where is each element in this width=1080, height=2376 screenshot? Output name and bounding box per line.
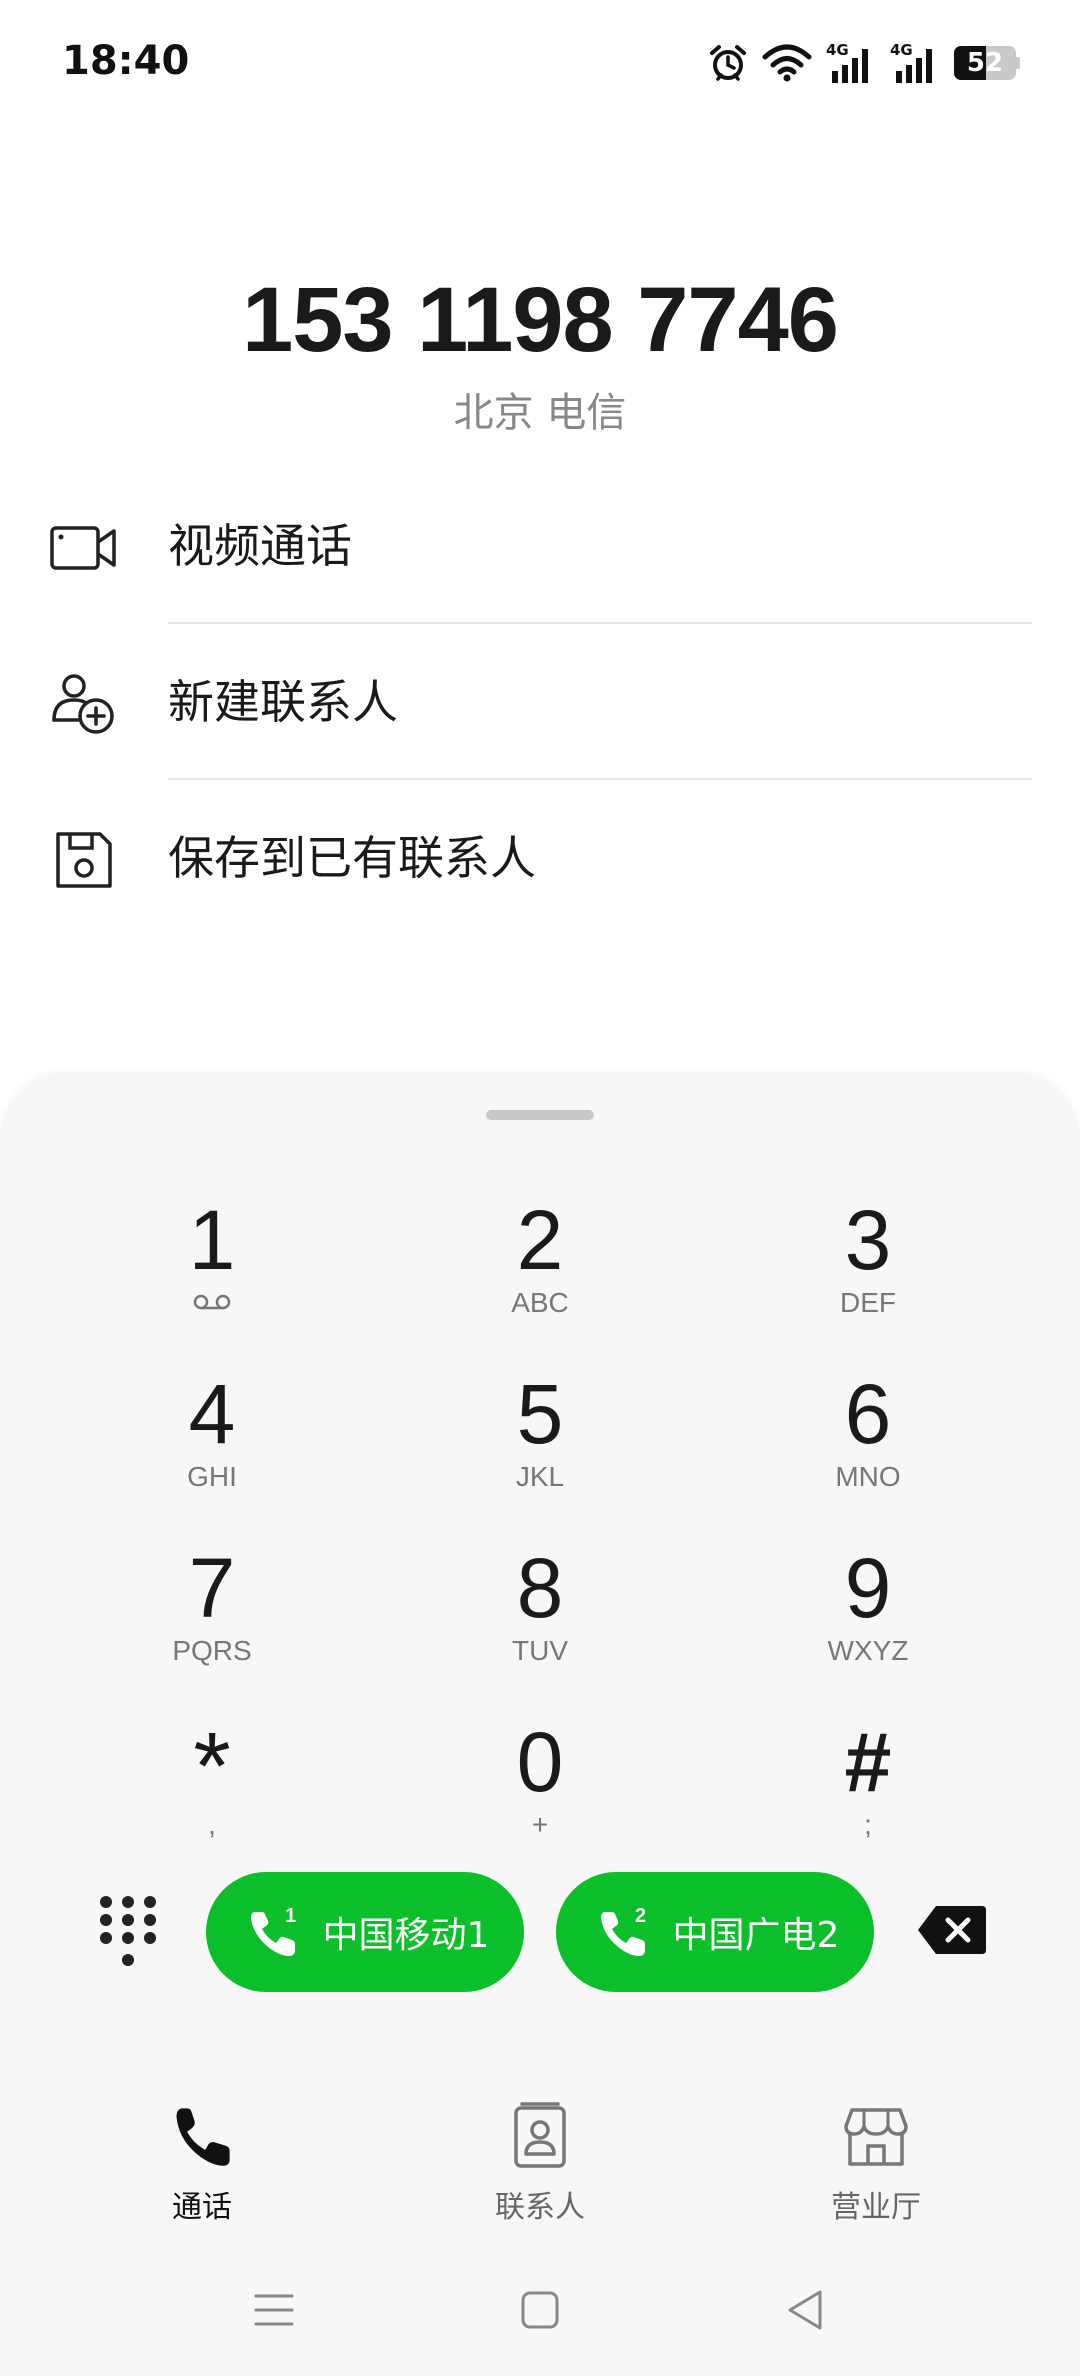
- key-letters: MNO: [835, 1461, 901, 1492]
- key-hash[interactable]: # ;: [738, 1712, 998, 1862]
- battery-level: 52: [966, 48, 1004, 78]
- wifi-icon: [762, 43, 812, 83]
- key-digit: #: [844, 1715, 892, 1809]
- key-4[interactable]: 4 GHI: [82, 1364, 342, 1514]
- nav-tab-store[interactable]: 营业厅: [766, 2090, 986, 2230]
- phone-icon: [168, 2102, 236, 2170]
- alarm-icon: [708, 43, 748, 83]
- dialed-number: 153 1198 7746: [242, 269, 839, 371]
- video-call-action[interactable]: 视频通话: [0, 468, 1080, 624]
- sim2-badge: 2: [635, 1905, 646, 1927]
- key-digit: 0: [516, 1715, 564, 1809]
- phone-sim1-icon: 1: [241, 1900, 305, 1964]
- sim1-badge: 1: [285, 1905, 296, 1927]
- battery-icon: 52: [954, 46, 1020, 80]
- key-3[interactable]: 3 DEF: [738, 1190, 998, 1340]
- system-nav-bar: [0, 2276, 1080, 2356]
- save-to-existing-contact-action[interactable]: 保存到已有联系人: [0, 780, 1080, 936]
- key-6[interactable]: 6 MNO: [738, 1364, 998, 1514]
- status-time: 18:40: [62, 38, 190, 84]
- backspace-icon[interactable]: [916, 1902, 988, 1958]
- key-9[interactable]: 9 WXYZ: [738, 1538, 998, 1688]
- key-digit: 3: [844, 1193, 892, 1287]
- call-sim2-button[interactable]: 2 中国广电2: [556, 1872, 874, 1992]
- key-letters: ,: [208, 1809, 216, 1840]
- key-letters: +: [531, 1809, 549, 1840]
- key-2[interactable]: 2 ABC: [410, 1190, 670, 1340]
- key-7[interactable]: 7 PQRS: [82, 1538, 342, 1688]
- signal-4g-sim2-icon: 4G: [890, 41, 940, 85]
- key-letters: DEF: [840, 1287, 896, 1318]
- back-icon[interactable]: [782, 2286, 830, 2334]
- nav-label-store: 营业厅: [831, 2190, 921, 2225]
- number-location: 北京 电信: [453, 390, 627, 436]
- dialpad-toggle-icon[interactable]: [92, 1892, 164, 1972]
- nav-label-calls: 通话: [172, 2190, 232, 2225]
- save-to-existing-contact-label: 保存到已有联系人: [168, 831, 536, 885]
- nav-tab-contacts[interactable]: 联系人: [430, 2090, 650, 2230]
- key-letters: WXYZ: [827, 1635, 909, 1666]
- sim1-label: 中国移动1: [322, 1915, 490, 1956]
- key-digit: 6: [844, 1367, 892, 1461]
- key-digit: 5: [516, 1367, 564, 1461]
- key-letters: PQRS: [172, 1635, 252, 1666]
- key-0[interactable]: 0 +: [410, 1712, 670, 1862]
- status-bar: 18:40 4G 4G 52: [0, 0, 1080, 128]
- key-letters: JKL: [515, 1461, 565, 1492]
- voicemail-icon: [82, 1286, 342, 1320]
- key-5[interactable]: 5 JKL: [410, 1364, 670, 1514]
- key-digit: *: [193, 1713, 231, 1820]
- call-row: 1 中国移动1 2 中国广电2: [0, 1872, 1080, 1992]
- key-letters: ABC: [511, 1287, 569, 1318]
- contacts-icon: [506, 2102, 574, 2170]
- key-digit: 2: [516, 1193, 564, 1287]
- save-icon: [48, 824, 120, 896]
- key-digit: 7: [188, 1541, 236, 1635]
- drag-handle[interactable]: [486, 1110, 594, 1120]
- key-digit: 4: [188, 1367, 236, 1461]
- key-8[interactable]: 8 TUV: [410, 1538, 670, 1688]
- new-contact-action[interactable]: 新建联系人: [0, 624, 1080, 780]
- nav-label-contacts: 联系人: [495, 2190, 585, 2225]
- signal-4g-sim1-icon: 4G: [826, 41, 876, 85]
- menu-icon[interactable]: [250, 2286, 298, 2334]
- status-icons: 4G 4G 52: [708, 38, 1020, 88]
- home-icon[interactable]: [516, 2286, 564, 2334]
- bottom-nav: 通话 联系人 营业厅: [0, 2090, 1080, 2250]
- sim2-label: 中国广电2: [672, 1915, 840, 1956]
- key-digit: 8: [516, 1541, 564, 1635]
- key-digit: 9: [844, 1541, 892, 1635]
- store-icon: [842, 2102, 910, 2170]
- key-digit: 1: [188, 1193, 236, 1287]
- key-letters: ;: [864, 1809, 872, 1840]
- add-contact-icon: [48, 668, 120, 740]
- phone-sim2-icon: 2: [591, 1900, 655, 1964]
- nav-tab-calls[interactable]: 通话: [92, 2090, 312, 2230]
- video-camera-icon: [48, 512, 120, 584]
- key-star[interactable]: * ,: [82, 1712, 342, 1862]
- key-letters: GHI: [187, 1461, 237, 1492]
- video-call-label: 视频通话: [168, 519, 352, 573]
- new-contact-label: 新建联系人: [168, 675, 398, 729]
- key-letters: TUV: [512, 1635, 568, 1666]
- call-sim1-button[interactable]: 1 中国移动1: [206, 1872, 524, 1992]
- key-1[interactable]: 1: [82, 1190, 342, 1340]
